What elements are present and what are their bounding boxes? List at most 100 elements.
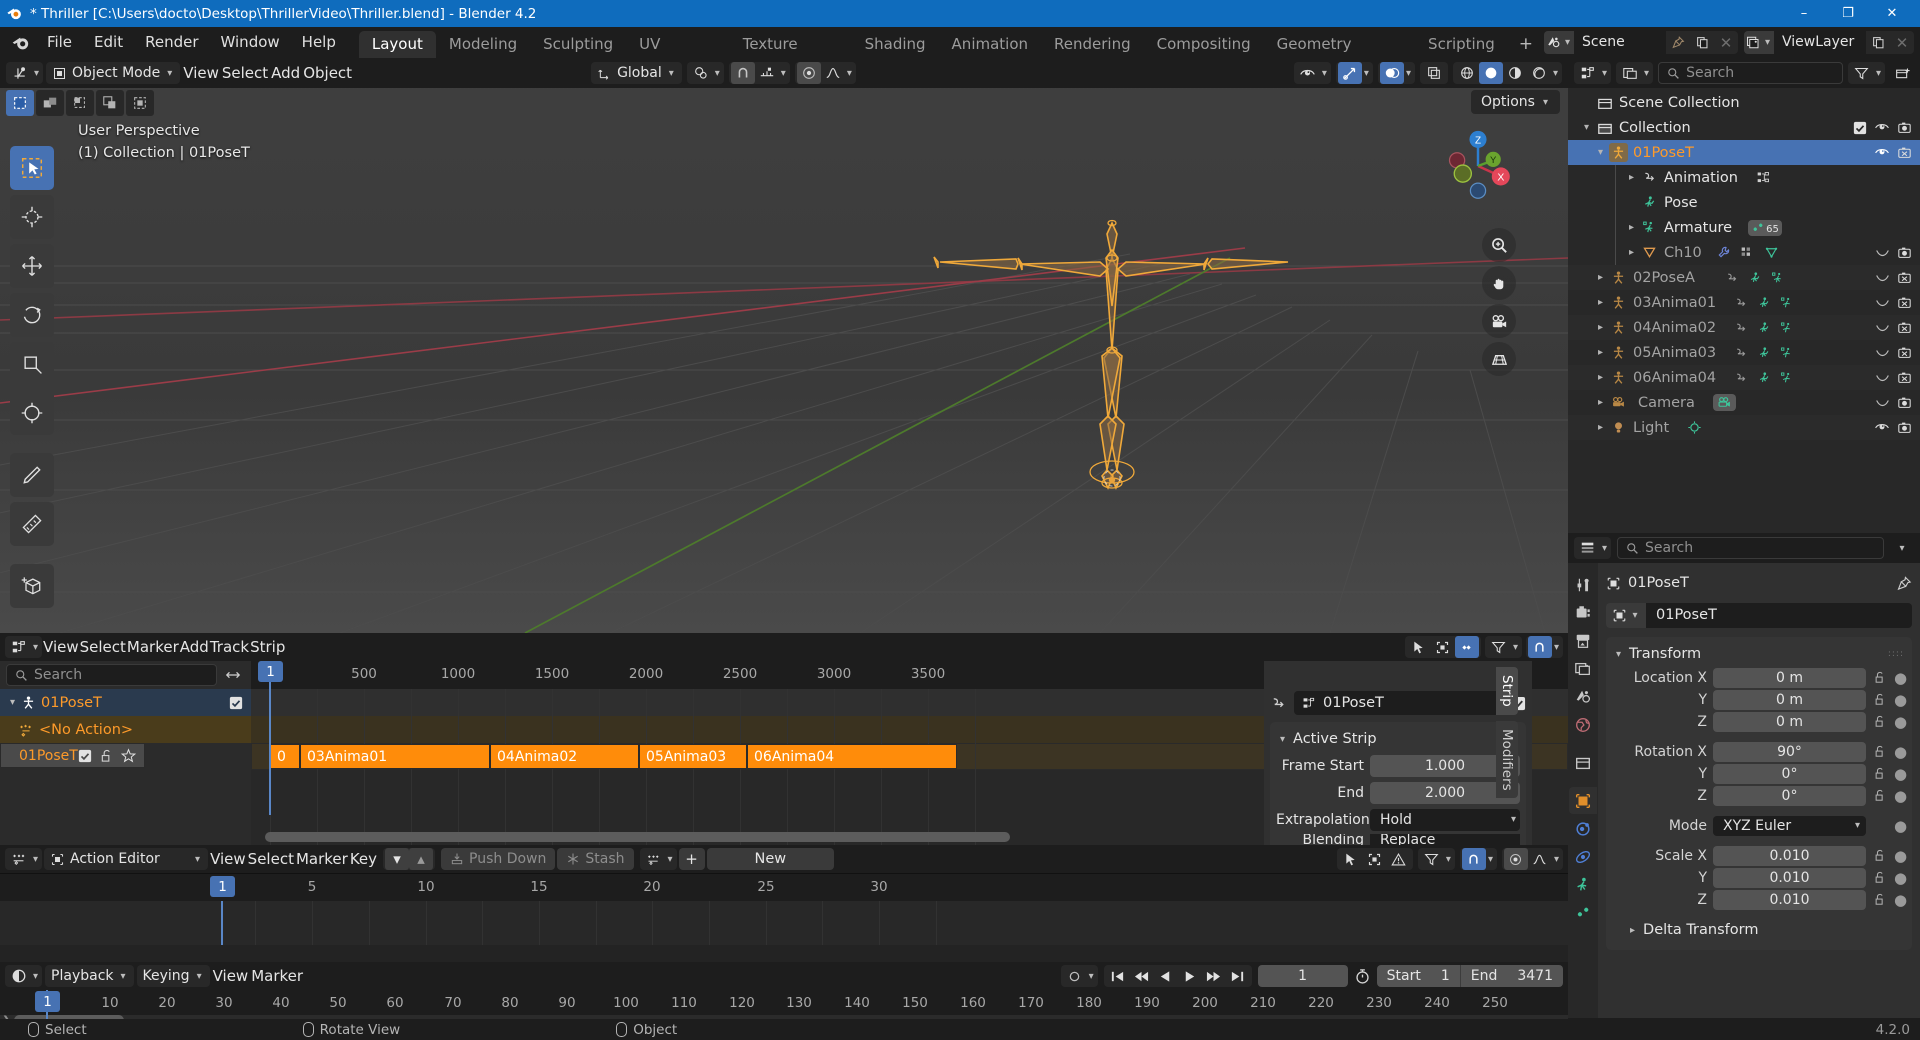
playback-dropdown[interactable]: Playback ▾ <box>45 965 134 987</box>
tab-geometry-nodes[interactable]: Geometry Nodes <box>1264 31 1415 80</box>
camera-disabled-icon[interactable] <box>1897 271 1912 284</box>
nla-icon[interactable] <box>7 636 31 658</box>
animate-dot-icon[interactable]: ● <box>1894 743 1907 761</box>
tab-world[interactable] <box>1569 711 1597 738</box>
expand-toggle[interactable]: ▸ <box>1592 297 1609 308</box>
tab-view-layer[interactable] <box>1569 655 1597 682</box>
add-cube-tool-icon[interactable] <box>10 564 54 608</box>
xray-icon[interactable] <box>1422 62 1446 84</box>
outliner-row-camera[interactable]: ▸ Camera <box>1568 390 1920 415</box>
tab-object[interactable] <box>1569 787 1597 814</box>
new-viewlayer-icon[interactable] <box>1866 31 1890 54</box>
expand-toggle[interactable]: ▾ <box>1578 122 1595 133</box>
outliner-row-light[interactable]: ▸ Light <box>1568 415 1920 440</box>
lock-icon[interactable] <box>1872 767 1888 780</box>
lock-icon[interactable] <box>1872 849 1888 862</box>
animate-dot-icon[interactable]: ● <box>1894 891 1907 909</box>
outliner-row-armature[interactable]: ▸ Armature 65 <box>1568 215 1920 240</box>
prop-location-z[interactable]: Z 0 m ● <box>1612 711 1907 732</box>
expand-toggle[interactable]: ▸ <box>1592 272 1609 283</box>
proportional-edit-controls[interactable]: ▾ <box>794 62 856 84</box>
prop-location-x[interactable]: Location X 0 m ● <box>1612 667 1907 688</box>
checkbox-icon[interactable] <box>229 696 243 710</box>
close-button[interactable]: ✕ <box>1870 0 1914 27</box>
viewport-menu-view[interactable]: View <box>183 64 219 82</box>
nla-search-input[interactable]: Search <box>6 664 217 686</box>
start-frame-value[interactable]: 1 <box>1431 965 1460 987</box>
prop-rotation-mode[interactable]: Mode XYZ Euler ▾ ● <box>1612 815 1907 836</box>
tab-collection[interactable] <box>1569 749 1597 776</box>
prop-value[interactable]: 0 m <box>1713 667 1866 688</box>
nla-snap[interactable]: ▾ <box>1525 636 1563 658</box>
lock-icon[interactable] <box>1872 893 1888 906</box>
nla-playhead-label[interactable]: 1 <box>258 661 283 682</box>
play-reverse-icon[interactable] <box>1154 965 1178 987</box>
3d-viewport[interactable]: ▾ Object Mode ▾ View Select Add Object G… <box>0 58 1568 633</box>
end-frame-value[interactable]: 3471 <box>1507 965 1563 987</box>
nla-menu-marker[interactable]: Marker <box>127 638 179 656</box>
expand-channels-icon[interactable] <box>221 664 245 686</box>
dopesheet-icon[interactable] <box>7 848 31 870</box>
dope-proportional-edit[interactable]: ▾ <box>1501 848 1563 870</box>
shading-modes[interactable]: ▾ <box>1452 62 1562 84</box>
dope-menu-select[interactable]: Select <box>248 850 294 868</box>
nla-playhead-line[interactable] <box>269 682 271 815</box>
jump-to-end-icon[interactable] <box>1226 965 1250 987</box>
nla-filter[interactable]: ▾ <box>1484 636 1522 658</box>
lock-icon[interactable] <box>1872 693 1888 706</box>
only-selected-icon[interactable] <box>1431 636 1455 658</box>
menu-render[interactable]: Render <box>134 27 209 58</box>
hide-curve-icon[interactable] <box>1875 248 1890 258</box>
view-layer-display-icon[interactable] <box>1618 62 1642 84</box>
outliner-row-ch10[interactable]: ▸ Ch10 <box>1568 240 1920 265</box>
prop-value[interactable]: 0 m <box>1713 711 1866 732</box>
pan-view-icon[interactable] <box>1482 266 1516 300</box>
dope-editor-type[interactable]: ▾ <box>5 848 43 870</box>
prop-value[interactable]: 90° <box>1713 741 1866 762</box>
menu-window[interactable]: Window <box>210 27 291 58</box>
nla-extrapolation-row[interactable]: Extrapolation Hold ▾ <box>1276 807 1520 832</box>
interaction-mode-dropdown[interactable]: Object Mode ▾ <box>46 62 181 84</box>
unlock-icon[interactable] <box>100 749 113 763</box>
jump-to-start-icon[interactable] <box>1106 965 1130 987</box>
solo-star-icon[interactable] <box>120 748 136 763</box>
action-browse-buttons[interactable]: ▾ ▴ <box>383 848 436 870</box>
expand-toggle[interactable]: ▸ <box>1623 247 1640 258</box>
nla-strip-06anima04[interactable]: 06Anima04 <box>747 744 957 769</box>
tab-render[interactable] <box>1569 599 1597 626</box>
outliner-filter[interactable]: ▾ <box>1847 62 1885 84</box>
navigation-gizmo[interactable]: Z Y X <box>1440 128 1516 204</box>
dope-playhead-label[interactable]: 1 <box>210 876 235 897</box>
new-collection-icon[interactable] <box>1890 62 1914 84</box>
camera-render-icon[interactable] <box>1897 396 1912 409</box>
viewport-menu-select[interactable]: Select <box>222 64 268 82</box>
expand-toggle[interactable]: ▸ <box>1592 347 1609 358</box>
select-subtract-icon[interactable] <box>66 90 94 116</box>
tweak-tool-icon[interactable] <box>10 146 54 190</box>
outliner-row-06anima04[interactable]: ▸ 06Anima04 <box>1568 365 1920 390</box>
magnet-icon[interactable] <box>1461 848 1486 870</box>
overlays-dropdown[interactable]: ▾ <box>1377 62 1415 84</box>
select-difference-icon[interactable] <box>96 90 124 116</box>
remove-viewlayer-icon[interactable]: ✕ <box>1890 31 1914 54</box>
magnet-icon[interactable] <box>1527 636 1552 658</box>
only-selected-icon[interactable] <box>1363 848 1387 870</box>
tab-strip[interactable]: Strip <box>1496 667 1518 715</box>
filter-icon[interactable] <box>1850 62 1874 84</box>
properties-editor-type[interactable]: ▾ <box>1574 537 1612 559</box>
tab-scene[interactable] <box>1569 683 1597 710</box>
jump-to-prev-keyframe-icon[interactable] <box>1130 965 1154 987</box>
animate-dot-icon[interactable]: ● <box>1894 869 1907 887</box>
action-editor-mode-dropdown[interactable]: Action Editor ▾ <box>44 848 209 870</box>
menu-file[interactable]: File <box>36 27 83 58</box>
auto-keying-toggle[interactable]: ▾ <box>1060 965 1098 987</box>
pin-id-icon[interactable] <box>1897 575 1912 591</box>
add-workspace-button[interactable]: + <box>1508 31 1544 58</box>
active-strip-header[interactable]: ▾ Active Strip :::: <box>1270 727 1526 751</box>
pivot-point-icon[interactable] <box>689 62 713 84</box>
tab-uv-editing[interactable]: UV Editing <box>626 31 730 80</box>
dope-menu-key[interactable]: Key <box>350 850 377 868</box>
outliner-row-02posea[interactable]: ▸ 02PoseA <box>1568 265 1920 290</box>
animate-dot-icon[interactable]: ● <box>1894 691 1907 709</box>
outliner-row-05anima03[interactable]: ▸ 05Anima03 <box>1568 340 1920 365</box>
